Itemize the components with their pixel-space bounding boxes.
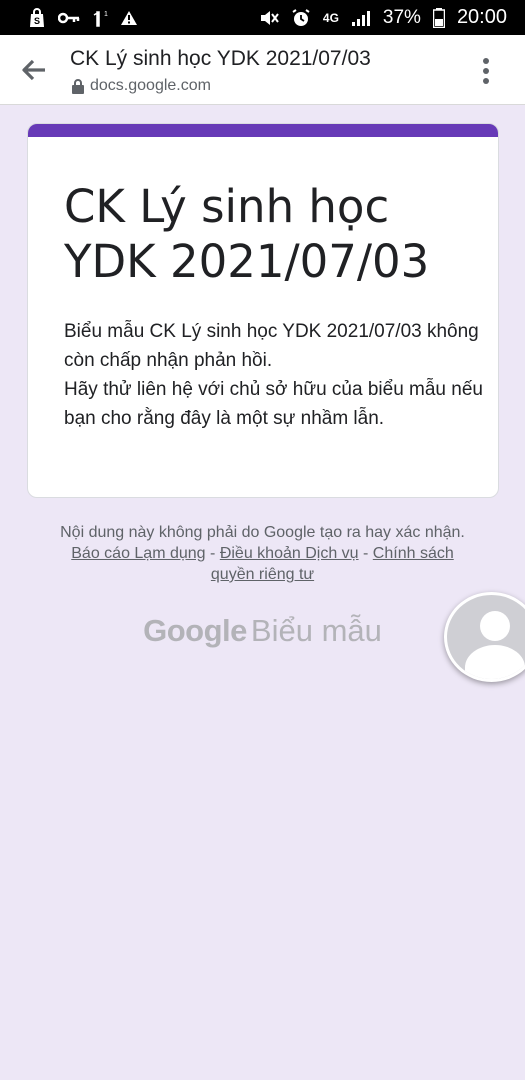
battery-percent: 37% (382, 6, 421, 28)
battery-icon (432, 7, 445, 28)
mute-icon (259, 9, 279, 27)
sim-icon: 1 (92, 9, 108, 27)
product-name: Biểu mẫu (250, 613, 382, 648)
form-closed-card: CK Lý sinh học YDK 2021/07/03 Biểu mẫu C… (27, 123, 499, 498)
signal-icon (351, 9, 371, 27)
more-options-button[interactable] (471, 55, 501, 87)
floating-avatar-bubble[interactable] (444, 592, 525, 682)
url-domain[interactable]: docs.google.com (72, 77, 211, 95)
svg-text:1: 1 (104, 11, 108, 18)
clock: 20:00 (456, 6, 507, 28)
browser-toolbar: CK Lý sinh học YDK 2021/07/03 docs.googl… (0, 35, 525, 105)
form-title: CK Lý sinh học YDK 2021/07/03 (64, 180, 430, 288)
warning-icon (120, 10, 138, 26)
more-vert-icon (483, 58, 489, 64)
terms-of-service-link[interactable]: Điều khoản Dịch vụ (220, 545, 359, 562)
report-abuse-link[interactable]: Báo cáo Lạm dụng (71, 545, 205, 562)
message-line-2: Hãy thử liên hệ với chủ sở hữu của biểu … (64, 379, 483, 429)
key-icon (58, 11, 80, 25)
avatar-icon (480, 611, 510, 641)
footer-disclaimer: Nội dung này không phải do Google tạo ra… (50, 522, 475, 585)
shopping-bag-icon: S (28, 7, 46, 28)
message-line-1: Biểu mẫu CK Lý sinh học YDK 2021/07/03 k… (64, 321, 479, 371)
domain-text: docs.google.com (90, 77, 211, 94)
back-button[interactable] (16, 55, 52, 85)
status-left: S 1 (28, 7, 138, 28)
disclaimer-text: Nội dung này không phải do Google tạo ra… (60, 524, 465, 541)
alarm-icon (291, 8, 311, 28)
separator: - (363, 545, 369, 562)
status-right: 4G 37% 20:00 (259, 6, 507, 29)
svg-text:S: S (34, 16, 40, 26)
lock-icon (72, 78, 84, 94)
page-title: CK Lý sinh học YDK 2021/07/03 (70, 47, 371, 70)
google-wordmark: Google (143, 613, 247, 648)
card-accent-bar (28, 124, 498, 137)
network-type-label: 4G (322, 10, 339, 25)
arrow-back-icon (22, 59, 45, 81)
status-bar: S 1 4G 37% 20:00 (0, 0, 525, 35)
separator: - (210, 545, 216, 562)
form-closed-message: Biểu mẫu CK Lý sinh học YDK 2021/07/03 k… (64, 317, 484, 433)
